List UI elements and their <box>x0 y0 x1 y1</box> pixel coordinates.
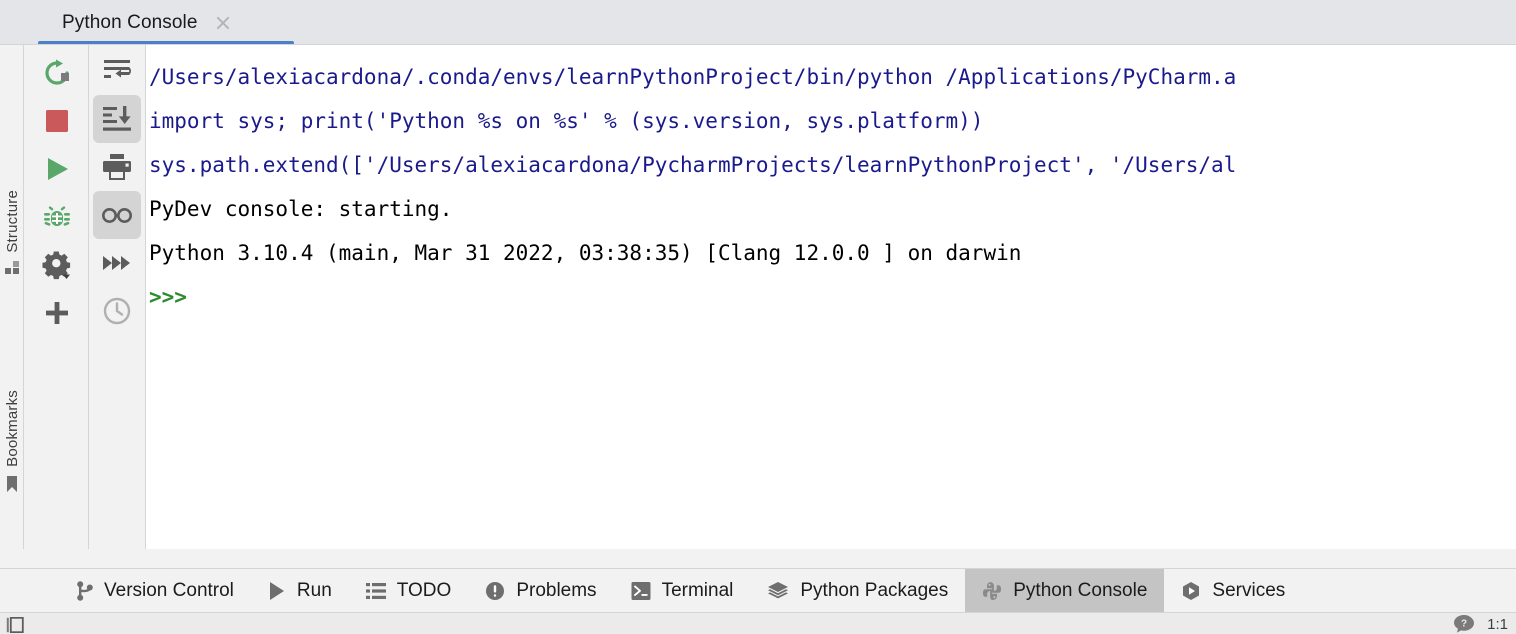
execute-multiline-button[interactable] <box>93 239 141 287</box>
tool-window-terminal[interactable]: Terminal <box>614 569 751 612</box>
tool-window-label: Run <box>296 579 332 601</box>
print-button[interactable] <box>93 143 141 191</box>
clock-icon <box>103 297 131 325</box>
console-toolbar-secondary <box>89 45 146 549</box>
sidebar-item-structure[interactable]: Structure <box>0 190 24 276</box>
console-line: /Users/alexiacardona/.conda/envs/learnPy… <box>149 65 1237 89</box>
tool-window-label: Python Console <box>1013 579 1148 601</box>
run-triangle-icon <box>268 581 286 601</box>
console-prompt: >>> <box>149 285 187 309</box>
soft-wrap-button[interactable] <box>93 47 141 95</box>
caret-position[interactable]: 1:1 <box>1487 616 1508 633</box>
glasses-icon <box>101 204 133 226</box>
run-icon <box>44 156 70 182</box>
console-line: sys.path.extend(['/Users/alexiacardona/P… <box>149 153 1237 177</box>
exclamation-circle-icon <box>485 581 505 601</box>
structure-icon <box>4 260 20 276</box>
console-tab-strip: Python Console <box>0 0 1516 45</box>
svg-text:?: ? <box>1461 619 1467 630</box>
command-history-button[interactable] <box>93 287 141 335</box>
tool-window-label: Services <box>1212 579 1286 601</box>
rerun-button[interactable] <box>33 49 81 97</box>
soft-wrap-icon <box>102 56 132 86</box>
console-output[interactable]: /Users/alexiacardona/.conda/envs/learnPy… <box>146 45 1516 549</box>
terminal-icon <box>631 581 651 601</box>
tool-window-bar: Version Control Run TODO Problems Termin… <box>0 568 1516 613</box>
tool-window-label: TODO <box>396 579 452 601</box>
console-toolbar-primary <box>25 45 89 549</box>
plus-icon <box>44 300 70 326</box>
tab-label: Python Console <box>62 11 198 33</box>
scroll-to-end-button[interactable] <box>93 95 141 143</box>
bookmark-icon <box>5 475 19 493</box>
tool-window-version-control[interactable]: Version Control <box>60 569 251 612</box>
sidebar-item-bookmarks-label: Bookmarks <box>3 390 21 467</box>
tool-window-python-console[interactable]: Python Console <box>965 569 1165 612</box>
stop-button[interactable] <box>33 97 81 145</box>
pycharm-window: Python Console Structure Bookmarks /User… <box>0 0 1516 634</box>
new-console-button[interactable] <box>33 289 81 337</box>
bug-icon <box>43 203 71 231</box>
sidebar-item-structure-label: Structure <box>3 190 21 253</box>
stop-icon <box>45 109 69 133</box>
settings-button[interactable] <box>33 241 81 289</box>
status-bar-right: ? 1:1 <box>1453 614 1508 634</box>
scroll-to-end-icon <box>102 104 132 134</box>
layers-icon <box>767 581 789 601</box>
show-variables-button[interactable] <box>93 191 141 239</box>
tool-window-label: Version Control <box>104 579 234 601</box>
print-icon <box>102 152 132 182</box>
tool-window-todo[interactable]: TODO <box>349 569 469 612</box>
left-tool-rail: Structure Bookmarks <box>0 45 24 549</box>
tool-window-run[interactable]: Run <box>251 569 349 612</box>
debug-button[interactable] <box>33 193 81 241</box>
console-line: import sys; print('Python %s on %s' % (s… <box>149 109 984 133</box>
tool-window-problems[interactable]: Problems <box>468 569 613 612</box>
list-icon <box>365 582 386 600</box>
tool-window-label: Terminal <box>661 579 734 601</box>
tool-window-services[interactable]: Services <box>1164 569 1302 612</box>
console-line: PyDev console: starting. <box>149 197 453 221</box>
sidebar-item-bookmarks[interactable]: Bookmarks <box>0 390 24 493</box>
tool-window-toggle-icon[interactable] <box>6 617 28 633</box>
python-icon <box>982 581 1002 601</box>
help-icon[interactable]: ? <box>1453 614 1475 634</box>
console-line: Python 3.10.4 (main, Mar 31 2022, 03:38:… <box>149 241 1022 265</box>
fast-forward-icon <box>102 253 132 273</box>
execute-button[interactable] <box>33 145 81 193</box>
status-bar: ? 1:1 <box>0 613 1516 634</box>
tool-window-label: Python Packages <box>800 579 949 601</box>
tab-python-console[interactable]: Python Console <box>38 0 250 45</box>
branch-icon <box>77 580 93 601</box>
play-hex-icon <box>1181 581 1201 601</box>
close-icon[interactable] <box>214 14 232 32</box>
tool-window-python-packages[interactable]: Python Packages <box>750 569 965 612</box>
gear-dropdown-icon <box>42 250 72 280</box>
rerun-icon <box>42 58 72 88</box>
tool-window-label: Problems <box>516 579 597 601</box>
